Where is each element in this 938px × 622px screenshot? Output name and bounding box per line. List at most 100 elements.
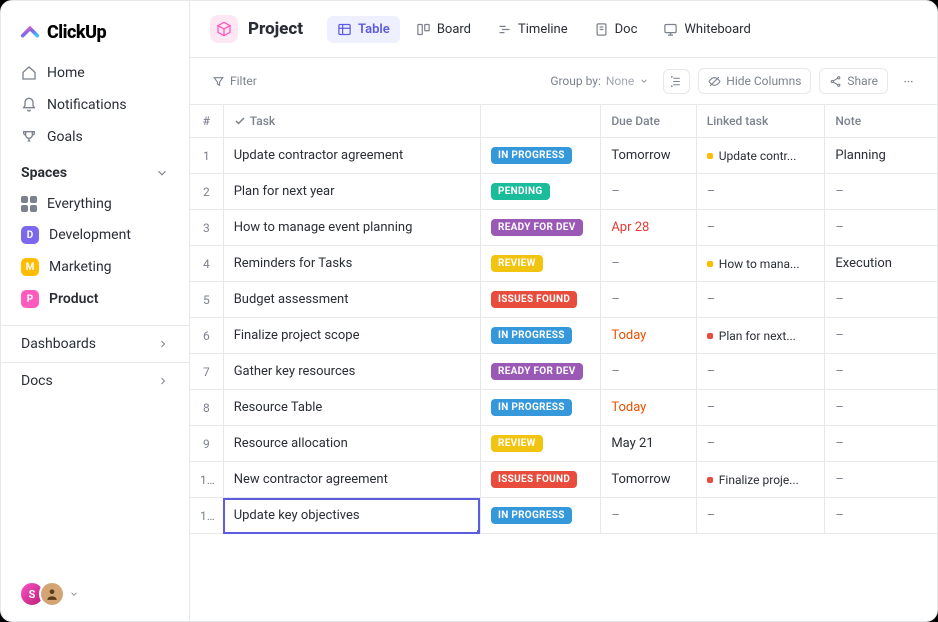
note-cell[interactable]: – (825, 210, 937, 246)
status-cell[interactable]: IN PROGRESS (480, 318, 600, 354)
table-row[interactable]: 7 Gather key resources READY FOR DEV – –… (190, 354, 937, 390)
task-cell[interactable]: Finalize project scope (223, 318, 480, 354)
linked-task-cell[interactable]: – (696, 390, 825, 426)
more-button[interactable] (896, 71, 921, 92)
note-cell[interactable]: – (825, 354, 937, 390)
linked-task-cell[interactable]: Plan for next... (696, 318, 825, 354)
task-cell[interactable]: Budget assessment (223, 282, 480, 318)
user-avatars[interactable]: S (19, 581, 79, 607)
due-date-cell[interactable]: Tomorrow (601, 138, 696, 174)
due-date-cell[interactable]: Apr 28 (601, 210, 696, 246)
due-date-cell[interactable]: – (601, 282, 696, 318)
logo[interactable]: ClickUp (1, 15, 189, 57)
table-row[interactable]: 6 Finalize project scope IN PROGRESS Tod… (190, 318, 937, 354)
tab-label: Doc (615, 22, 638, 37)
task-cell[interactable]: How to manage event planning (223, 210, 480, 246)
linked-task-cell[interactable]: – (696, 426, 825, 462)
note-cell[interactable]: – (825, 390, 937, 426)
due-date-cell[interactable]: – (601, 246, 696, 282)
tab-table[interactable]: Table (327, 16, 400, 43)
table-row[interactable]: 3 How to manage event planning READY FOR… (190, 210, 937, 246)
row-height-button[interactable] (663, 69, 690, 94)
due-date-cell[interactable]: – (601, 498, 696, 534)
share-button[interactable]: Share (819, 68, 888, 94)
sidebar-item-space[interactable]: PProduct (1, 283, 189, 315)
note-cell[interactable]: Planning (825, 138, 937, 174)
status-cell[interactable]: IN PROGRESS (480, 138, 600, 174)
linked-task-cell[interactable]: Update contr... (696, 138, 825, 174)
status-cell[interactable]: ISSUES FOUND (480, 282, 600, 318)
table-row[interactable]: 5 Budget assessment ISSUES FOUND – – – (190, 282, 937, 318)
col-header-note[interactable]: Note (825, 105, 937, 138)
note-cell[interactable]: – (825, 318, 937, 354)
note-cell[interactable]: – (825, 426, 937, 462)
task-cell[interactable]: Update contractor agreement (223, 138, 480, 174)
linked-task-cell[interactable]: How to mana... (696, 246, 825, 282)
sidebar-item-docs[interactable]: Docs (1, 362, 189, 399)
note-cell[interactable]: – (825, 462, 937, 498)
due-date-cell[interactable]: May 21 (601, 426, 696, 462)
due-date-cell[interactable]: – (601, 354, 696, 390)
task-cell[interactable]: Resource allocation (223, 426, 480, 462)
nav-home[interactable]: Home (1, 57, 189, 89)
group-by-button[interactable]: Group by: None (544, 70, 655, 92)
status-cell[interactable]: PENDING (480, 174, 600, 210)
nav-notifications[interactable]: Notifications (1, 89, 189, 121)
tab-whiteboard[interactable]: Whiteboard (653, 16, 760, 43)
col-header-status[interactable] (480, 105, 600, 138)
status-cell[interactable]: IN PROGRESS (480, 498, 600, 534)
task-cell[interactable]: Reminders for Tasks (223, 246, 480, 282)
sidebar-item-space[interactable]: DDevelopment (1, 219, 189, 251)
col-header-task[interactable]: Task (223, 105, 480, 138)
table-row[interactable]: 9 Resource allocation REVIEW May 21 – – (190, 426, 937, 462)
nav-goals[interactable]: Goals (1, 121, 189, 153)
task-cell[interactable]: Resource Table (223, 390, 480, 426)
linked-task-cell[interactable]: – (696, 282, 825, 318)
linked-task-cell[interactable]: – (696, 174, 825, 210)
status-cell[interactable]: IN PROGRESS (480, 390, 600, 426)
linked-task-cell[interactable]: – (696, 498, 825, 534)
col-header-linked[interactable]: Linked task (696, 105, 825, 138)
table-row[interactable]: 1 Update contractor agreement IN PROGRES… (190, 138, 937, 174)
col-header-number[interactable]: # (190, 105, 223, 138)
status-badge: ISSUES FOUND (491, 291, 577, 308)
tab-timeline[interactable]: Timeline (487, 16, 578, 43)
filter-button[interactable]: Filter (206, 70, 263, 92)
task-cell[interactable]: Update key objectives (223, 498, 480, 534)
row-number: 11 (190, 498, 223, 534)
table-row[interactable]: 11 Update key objectives IN PROGRESS – –… (190, 498, 937, 534)
hide-columns-button[interactable]: Hide Columns (698, 68, 811, 94)
space-label: Product (49, 291, 98, 307)
status-cell[interactable]: REVIEW (480, 246, 600, 282)
linked-task-cell[interactable]: – (696, 210, 825, 246)
linked-task-cell[interactable]: Finalize proje... (696, 462, 825, 498)
note-cell[interactable]: – (825, 174, 937, 210)
spaces-header[interactable]: Spaces (1, 153, 189, 189)
col-header-due[interactable]: Due Date (601, 105, 696, 138)
task-cell[interactable]: Gather key resources (223, 354, 480, 390)
due-date-cell[interactable]: Tomorrow (601, 462, 696, 498)
table-row[interactable]: 8 Resource Table IN PROGRESS Today – – (190, 390, 937, 426)
table-row[interactable]: 4 Reminders for Tasks REVIEW – How to ma… (190, 246, 937, 282)
status-cell[interactable]: READY FOR DEV (480, 210, 600, 246)
task-cell[interactable]: Plan for next year (223, 174, 480, 210)
task-cell[interactable]: New contractor agreement (223, 462, 480, 498)
tab-doc[interactable]: Doc (584, 16, 648, 43)
status-cell[interactable]: REVIEW (480, 426, 600, 462)
due-date-cell[interactable]: – (601, 174, 696, 210)
table-row[interactable]: 2 Plan for next year PENDING – – – (190, 174, 937, 210)
tab-label: Timeline (518, 22, 568, 37)
sidebar-item-space[interactable]: MMarketing (1, 251, 189, 283)
sidebar-item-dashboards[interactable]: Dashboards (1, 325, 189, 362)
due-date-cell[interactable]: Today (601, 390, 696, 426)
due-date-cell[interactable]: Today (601, 318, 696, 354)
note-cell[interactable]: – (825, 282, 937, 318)
linked-task-cell[interactable]: – (696, 354, 825, 390)
table-row[interactable]: 10 New contractor agreement ISSUES FOUND… (190, 462, 937, 498)
status-cell[interactable]: ISSUES FOUND (480, 462, 600, 498)
sidebar-item-everything[interactable]: Everything (1, 189, 189, 219)
note-cell[interactable]: – (825, 498, 937, 534)
tab-board[interactable]: Board (406, 16, 481, 43)
note-cell[interactable]: Execution (825, 246, 937, 282)
status-cell[interactable]: READY FOR DEV (480, 354, 600, 390)
